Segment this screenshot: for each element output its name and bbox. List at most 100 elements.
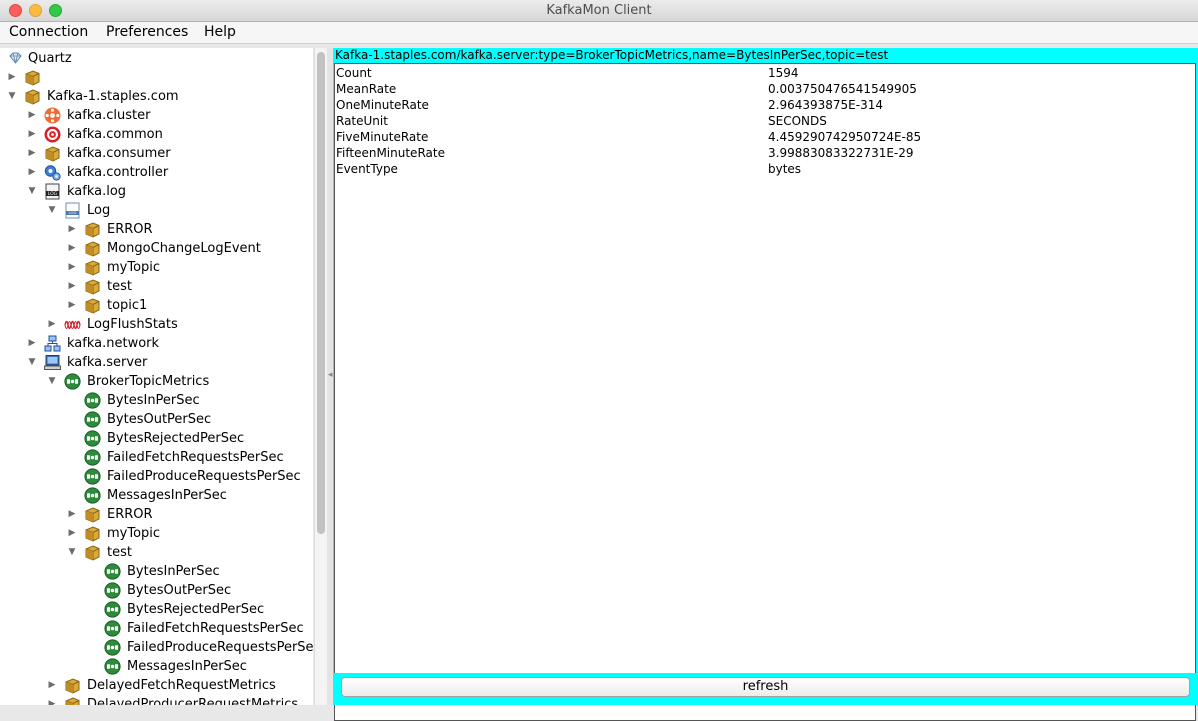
tree-expand-toggle[interactable]: ▶ [47,676,57,695]
tree-collapse-toggle[interactable]: ▼ [47,201,57,220]
tree-expand-toggle[interactable]: ▶ [27,144,37,163]
tree-node[interactable]: BytesRejectedPerSec [0,429,313,448]
tree-node[interactable]: ▶ kafka.controller [0,163,313,182]
tree-node-label: DelayedFetchRequestMetrics [87,678,276,693]
tree-collapse-toggle[interactable]: ▼ [67,543,77,562]
computer-icon [44,354,61,371]
tree-node[interactable]: ▼ LOG Log [0,201,313,220]
details-panel: Kafka-1.staples.com/kafka.server:type=Br… [333,48,1198,721]
tree-node[interactable]: BytesInPerSec [0,562,313,581]
tree-node-label: MessagesInPerSec [127,659,247,674]
tree-expand-toggle[interactable]: ▶ [67,220,77,239]
tree-node[interactable]: BytesOutPerSec [0,581,313,600]
tree-collapse-toggle[interactable]: ▼ [27,353,37,372]
tree-node[interactable]: MessagesInPerSec [0,486,313,505]
attribute-row: MeanRate 0.003750476541549905 [336,81,1194,97]
attribute-name: OneMinuteRate [336,98,429,112]
tree-expand-toggle[interactable]: ▶ [67,239,77,258]
tree-expand-toggle[interactable]: ▶ [27,125,37,144]
tree-expand-toggle[interactable]: ▶ [67,258,77,277]
tree-node[interactable]: ▶ test [0,277,313,296]
tree-node[interactable]: ▼ test [0,543,313,562]
tree-node[interactable]: ▶ LogFlushStats [0,315,313,334]
menu-connection[interactable]: Connection [9,24,88,40]
package-icon [44,145,61,162]
tree-expand-toggle[interactable]: ▶ [67,277,77,296]
tree-node[interactable]: Quartz [0,49,313,68]
tree-expand-toggle[interactable]: ▶ [67,505,77,524]
tree-node[interactable]: ▼ kafka.server [0,353,313,372]
metric-icon [104,658,121,675]
tree-node-label: FailedProduceRequestsPerSec [107,469,301,484]
tree-scrollbar-thumb[interactable] [317,52,325,534]
metric-icon [84,487,101,504]
tree-node-label: BytesInPerSec [107,393,200,408]
attribute-row: FifteenMinuteRate 3.99883083322731E-29 [336,145,1194,161]
tree-node[interactable]: ▶ [0,68,313,87]
attribute-value: 3.99883083322731E-29 [768,146,914,160]
tree-node[interactable]: ▶ myTopic [0,524,313,543]
menu-preferences[interactable]: Preferences [106,24,188,40]
attribute-row: OneMinuteRate 2.964393875E-314 [336,97,1194,113]
log-file-icon: LOG [64,202,81,219]
tree-collapse-toggle[interactable]: ▼ [47,372,57,391]
package-icon [84,544,101,561]
metric-icon [104,582,121,599]
attribute-name: RateUnit [336,114,388,128]
refresh-button[interactable]: refresh [341,677,1190,697]
tree-expand-toggle[interactable]: ▶ [67,524,77,543]
package-icon [84,240,101,257]
tree-node[interactable]: ▶ kafka.cluster [0,106,313,125]
tree-node[interactable]: ▶ DelayedProducerRequestMetrics [0,695,313,705]
tree-expand-toggle[interactable]: ▶ [47,695,57,705]
tree-node[interactable]: FailedProduceRequestsPerSec [0,638,313,657]
tree-node[interactable]: ▼ Kafka-1.staples.com [0,87,313,106]
tree-node[interactable]: ▶ topic1 [0,296,313,315]
tree-node-label: kafka.cluster [67,108,151,123]
tree-node-label: test [107,545,132,560]
tree-collapse-toggle[interactable]: ▼ [7,87,17,106]
tree-expand-toggle[interactable]: ▶ [27,334,37,353]
tree-node[interactable]: ▶ kafka.network [0,334,313,353]
details-title: Kafka-1.staples.com/kafka.server:type=Br… [335,48,889,62]
tree-node[interactable]: FailedFetchRequestsPerSec [0,448,313,467]
target-icon [44,126,61,143]
tree-node[interactable]: ▶ kafka.consumer [0,144,313,163]
tree-node-label: Log [87,203,111,218]
tree-expand-toggle[interactable]: ▶ [47,315,57,334]
tree-node[interactable]: ▶ myTopic [0,258,313,277]
tree-expand-toggle[interactable]: ▶ [67,296,77,315]
menu-help[interactable]: Help [204,24,236,40]
tree-node[interactable]: FailedProduceRequestsPerSec [0,467,313,486]
tree-node[interactable]: BytesRejectedPerSec [0,600,313,619]
tree-node[interactable]: ▶ ERROR [0,220,313,239]
package-icon [84,506,101,523]
window-title: KafkaMon Client [546,3,652,18]
tree-expand-toggle[interactable]: ▶ [7,68,17,87]
diamond-icon [7,50,24,67]
tree-node-label: FailedProduceRequestsPerSec [127,640,313,655]
package-icon [64,677,81,694]
tree-node[interactable]: ▶ ERROR [0,505,313,524]
tree-scrollbar[interactable] [314,48,327,705]
controller-gear-icon [44,164,61,181]
mbean-tree[interactable]: Quartz ▶ ▼ Kafka-1.staples.com ▶ kafka.cluste… [0,48,313,705]
cluster-icon [44,107,61,124]
attribute-value: SECONDS [768,114,827,128]
tree-node-label: kafka.server [67,355,148,370]
tree-node[interactable]: MessagesInPerSec [0,657,313,676]
menu-bar: Connection Preferences Help [0,22,1198,44]
tree-node-label: Kafka-1.staples.com [47,89,179,104]
tree-node[interactable]: BytesInPerSec [0,391,313,410]
tree-node[interactable]: ▶ DelayedFetchRequestMetrics [0,676,313,695]
svg-text:LOG: LOG [48,191,58,197]
tree-node[interactable]: ▼ BrokerTopicMetrics [0,372,313,391]
tree-node[interactable]: BytesOutPerSec [0,410,313,429]
tree-node[interactable]: FailedFetchRequestsPerSec [0,619,313,638]
tree-node[interactable]: ▼ LOG kafka.log [0,182,313,201]
tree-expand-toggle[interactable]: ▶ [27,106,37,125]
tree-expand-toggle[interactable]: ▶ [27,163,37,182]
tree-node[interactable]: ▶ MongoChangeLogEvent [0,239,313,258]
tree-node[interactable]: ▶ kafka.common [0,125,313,144]
tree-collapse-toggle[interactable]: ▼ [27,182,37,201]
